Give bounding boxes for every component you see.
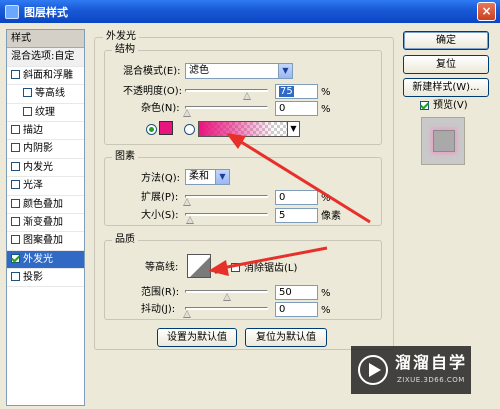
watermark: 溜溜自学 ZIXUE.3D66.COM: [351, 346, 471, 394]
annotation-arrowhead-icon: [208, 260, 229, 276]
annotation-arrow-line: [237, 138, 371, 224]
annotation-arrow-line: [221, 246, 328, 270]
watermark-main: 溜溜自学: [395, 353, 468, 372]
annotation-arrowhead-icon: [226, 133, 246, 149]
play-logo-icon: [358, 355, 388, 385]
watermark-sub: ZIXUE.3D66.COM: [397, 376, 465, 384]
